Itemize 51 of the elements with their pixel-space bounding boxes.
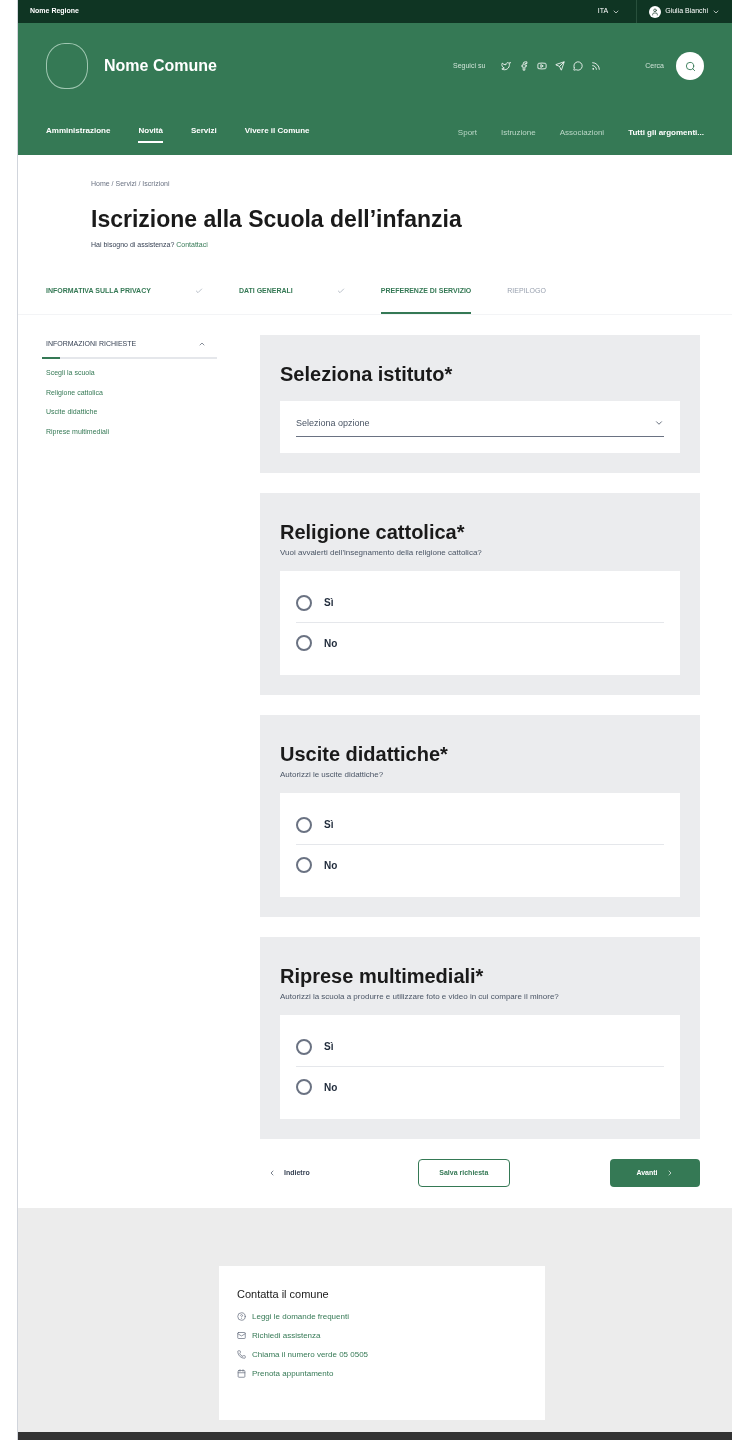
section-question: Autorizzi la scuola a produrre e utilizzare foto e video in cui compare il minore? <box>280 991 560 1003</box>
search-button[interactable] <box>676 52 704 80</box>
nav-tab[interactable]: Novità <box>138 125 163 143</box>
nav-tab[interactable]: Servizi <box>190 125 217 143</box>
contact-link[interactable]: Prenota appuntamento <box>237 1367 527 1380</box>
radio-button[interactable] <box>296 816 312 833</box>
nav-tab[interactable]: Vivere il Comune <box>244 125 310 143</box>
section-question: Vuoi avvalerti dell'insegnamento della religione cattolica? <box>280 547 483 559</box>
section-title: Religione cattolica* <box>280 520 466 545</box>
chevron-left-icon <box>268 1169 276 1177</box>
rss-icon[interactable] <box>591 61 602 71</box>
mail-icon <box>237 1331 246 1340</box>
help-icon <box>237 1312 246 1321</box>
avatar-icon <box>649 5 662 18</box>
site-name[interactable]: Nome Comune <box>104 54 217 78</box>
section-title: Seleziona istituto* <box>280 361 454 387</box>
topic-link[interactable]: Istruzione <box>501 127 536 143</box>
play-icon[interactable] <box>537 61 548 71</box>
logo-placeholder-icon <box>46 43 88 89</box>
option-label: Sì <box>324 818 334 832</box>
check-icon <box>194 287 203 295</box>
topic-link[interactable]: Associazioni <box>559 127 605 143</box>
contact-title: Contatta il comune <box>237 1287 330 1302</box>
bird-icon[interactable] <box>501 61 512 71</box>
radio-button[interactable] <box>296 1079 312 1095</box>
contact-link[interactable]: Leggi le domande frequenti <box>237 1310 527 1323</box>
section-question: Autorizzi le uscite didattiche? <box>280 769 385 781</box>
check-icon <box>336 287 345 295</box>
option-label: No <box>324 858 338 873</box>
option-label: No <box>324 1080 338 1095</box>
topic-link[interactable]: Tutti gli argomenti... <box>628 127 704 143</box>
radio-button[interactable] <box>296 1038 312 1055</box>
section-title: Riprese multimediali* <box>280 964 485 989</box>
paper-plane-icon[interactable] <box>555 61 566 71</box>
search-icon <box>684 60 696 72</box>
f-icon[interactable] <box>519 61 530 71</box>
radio-button[interactable] <box>296 594 312 611</box>
option-label: No <box>324 636 338 651</box>
nav-tab[interactable]: Amministrazione <box>46 125 111 143</box>
phone-icon <box>237 1350 246 1359</box>
option-label: Sì <box>324 1040 334 1054</box>
radio-button[interactable] <box>296 857 312 873</box>
calendar-icon <box>237 1369 246 1378</box>
contact-link[interactable]: Chiama il numero verde 05 0505 <box>237 1348 527 1361</box>
option-label: Sì <box>324 596 334 610</box>
section-title: Uscite didattiche* <box>280 742 449 767</box>
radio-button[interactable] <box>296 635 312 651</box>
topic-link[interactable]: Sport <box>457 127 477 143</box>
contact-link[interactable]: Richiedi assistenza <box>237 1329 527 1342</box>
page-title: Iscrizione alla Scuola dell’infanzia <box>91 204 463 234</box>
chat-icon[interactable] <box>573 61 584 71</box>
